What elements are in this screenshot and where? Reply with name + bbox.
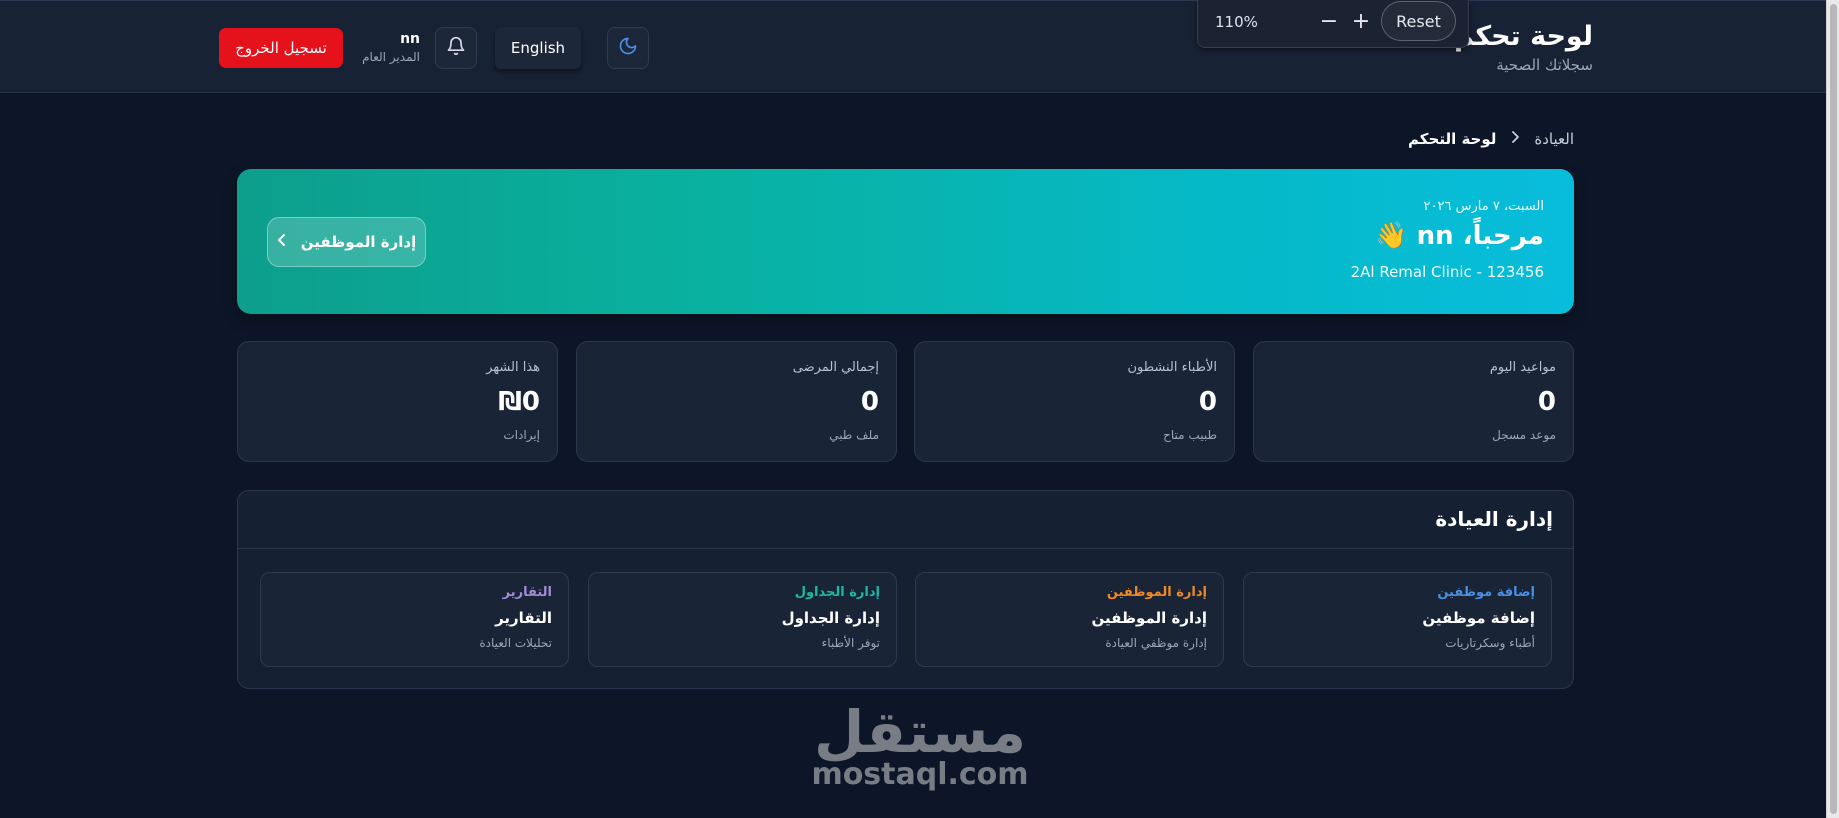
stat-sub: إيرادات <box>503 428 540 442</box>
scrollbar-thumb[interactable] <box>1830 4 1837 814</box>
action-title: إدارة الجداول <box>781 609 880 627</box>
action-card-manage-staff[interactable]: إدارة الموظفين إدارة الموظفين إدارة موظف… <box>915 572 1224 667</box>
action-title: إضافة موظفين <box>1422 609 1535 627</box>
user-name: nn <box>400 31 420 47</box>
action-tag: إدارة الموظفين <box>1106 585 1207 600</box>
theme-toggle-button[interactable] <box>607 27 649 69</box>
clinic-management-panel: إدارة العيادة إضافة موظفين إضافة موظفين … <box>237 490 1574 689</box>
stat-sub: طبيب متاح <box>1163 428 1217 442</box>
action-title: إدارة الموظفين <box>1091 609 1207 627</box>
stat-value: ₪0 <box>498 387 540 417</box>
breadcrumb-current: لوحة التحكم <box>1408 130 1497 148</box>
stat-card-revenue: هذا الشهر ₪0 إيرادات <box>237 341 558 462</box>
action-tag: التقارير <box>502 585 552 600</box>
zoom-popup: 110% − + Reset <box>1197 0 1469 48</box>
action-card-schedules[interactable]: إدارة الجداول إدارة الجداول توفر الأطباء <box>588 572 897 667</box>
divider <box>238 548 1573 549</box>
stat-label: إجمالي المرضى <box>792 360 879 375</box>
language-toggle-button[interactable]: English <box>495 27 581 69</box>
greeting: مرحباً، nn 👋 <box>1375 221 1544 251</box>
watermark-arabic: مستقل <box>813 698 1027 766</box>
chevron-left-icon <box>277 233 287 251</box>
logout-button[interactable]: تسجيل الخروج <box>219 28 343 68</box>
top-header: لوحة تحكم سجلاتك الصحية تسجيل الخروج nn … <box>0 0 1826 93</box>
action-card-add-staff[interactable]: إضافة موظفين إضافة موظفين أطباء وسكرتاري… <box>1243 572 1552 667</box>
stat-sub: موعد مسجل <box>1492 428 1556 442</box>
user-role: المدير العام <box>362 50 420 64</box>
current-date: السبت، ٧ مارس ٢٠٢٦ <box>1423 199 1544 214</box>
action-desc: إدارة موظفي العيادة <box>1105 636 1207 650</box>
watermark-latin: mostaql.com <box>811 757 1029 792</box>
stat-card-doctors: الأطباء النشطون 0 طبيب متاح <box>914 341 1235 462</box>
user-info: nn المدير العام <box>358 30 420 66</box>
breadcrumb-home-link[interactable]: العيادة <box>1534 130 1574 148</box>
breadcrumb: العيادة لوحة التحكم <box>1408 130 1574 148</box>
zoom-level: 110% <box>1215 13 1258 31</box>
stat-sub: ملف طبي <box>829 428 879 442</box>
moon-icon <box>618 36 638 60</box>
stat-card-patients: إجمالي المرضى 0 ملف طبي <box>576 341 897 462</box>
action-desc: أطباء وسكرتاريات <box>1445 636 1535 650</box>
notifications-button[interactable] <box>435 27 477 69</box>
zoom-in-button[interactable]: + <box>1348 7 1374 35</box>
stat-value: 0 <box>1537 387 1556 417</box>
page-scrollbar[interactable] <box>1826 0 1839 818</box>
stat-label: الأطباء النشطون <box>1127 360 1217 375</box>
bell-icon <box>446 36 466 60</box>
action-card-reports[interactable]: التقارير التقارير تحليلات العيادة <box>260 572 569 667</box>
zoom-reset-button[interactable]: Reset <box>1381 1 1456 41</box>
stat-card-appointments: مواعيد اليوم 0 موعد مسجل <box>1253 341 1574 462</box>
welcome-banner: السبت، ٧ مارس ٢٠٢٦ مرحباً، nn 👋 2Al Rema… <box>237 169 1574 314</box>
action-desc: توفر الأطباء <box>821 636 880 650</box>
panel-title: إدارة العيادة <box>1435 507 1553 531</box>
stat-value: 0 <box>860 387 879 417</box>
stat-label: هذا الشهر <box>486 360 540 375</box>
chevron-icon <box>1510 130 1520 148</box>
manage-staff-button[interactable]: إدارة الموظفين <box>267 217 426 267</box>
action-tag: إضافة موظفين <box>1437 585 1535 600</box>
clinic-name: 2Al Remal Clinic - 123456 <box>1350 263 1544 281</box>
stat-label: مواعيد اليوم <box>1489 360 1556 375</box>
action-tag: إدارة الجداول <box>794 585 880 600</box>
manage-staff-label: إدارة الموظفين <box>300 233 417 251</box>
action-desc: تحليلات العيادة <box>479 636 552 650</box>
stat-value: 0 <box>1198 387 1217 417</box>
action-title: التقارير <box>495 609 552 627</box>
app-subtitle: سجلاتك الصحية <box>1496 56 1593 74</box>
watermark-logo: مستقل mostaql.com <box>810 700 1030 800</box>
app-title: لوحة تحكم <box>1454 21 1593 52</box>
zoom-out-button[interactable]: − <box>1316 7 1342 35</box>
